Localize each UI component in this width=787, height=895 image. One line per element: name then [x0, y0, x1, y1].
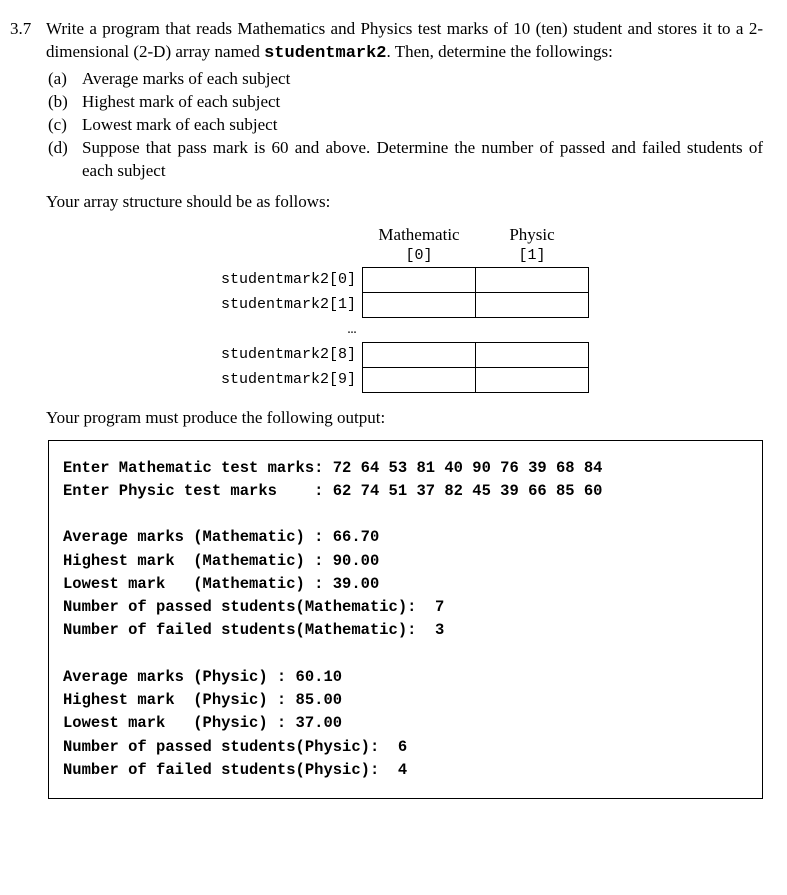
cell-8-1 — [476, 342, 589, 367]
cell-1-1 — [476, 292, 589, 317]
out-line2: Enter Physic test marks : 62 74 51 37 82… — [63, 482, 603, 500]
sub-c: (c) Lowest mark of each subject — [48, 114, 763, 137]
col0-idx: [0] — [369, 246, 470, 266]
out-line8: Average marks (Physic) : 60.10 — [63, 668, 342, 686]
gapcell-1 — [476, 317, 589, 342]
stem-code: studentmark2 — [264, 44, 386, 63]
sub-d: (d) Suppose that pass mark is 60 and abo… — [48, 137, 763, 183]
row1-label: studentmark2[1] — [220, 292, 363, 317]
col0-name: Mathematic — [369, 224, 470, 247]
sub-list: (a) Average marks of each subject (b) Hi… — [48, 68, 763, 183]
row8-label: studentmark2[8] — [220, 342, 363, 367]
cell-1-0 — [363, 292, 476, 317]
sub-d-text: Suppose that pass mark is 60 and above. … — [82, 137, 763, 183]
out-line7: Number of failed students(Mathematic): 3 — [63, 621, 444, 639]
sub-c-text: Lowest mark of each subject — [82, 114, 277, 137]
sub-d-label: (d) — [48, 137, 82, 160]
problem-block: 3.7 Write a program that reads Mathemati… — [10, 18, 763, 799]
array-intro: Your array structure should be as follow… — [46, 191, 763, 214]
output-intro: Your program must produce the following … — [46, 407, 763, 430]
col0-header: Mathematic [0] — [363, 224, 476, 268]
sub-b-label: (b) — [48, 91, 82, 114]
output-box: Enter Mathematic test marks: 72 64 53 81… — [48, 440, 763, 800]
row9-label: studentmark2[9] — [220, 367, 363, 392]
out-line6: Number of passed students(Mathematic): 7 — [63, 598, 444, 616]
sub-a-text: Average marks of each subject — [82, 68, 290, 91]
sub-a-label: (a) — [48, 68, 82, 91]
row-gap-label: … — [220, 317, 363, 342]
sub-b: (b) Highest mark of each subject — [48, 91, 763, 114]
out-line1: Enter Mathematic test marks: 72 64 53 81… — [63, 459, 603, 477]
array-diagram: Mathematic [0] Physic [1] studentmark2[0… — [46, 224, 763, 393]
col1-idx: [1] — [482, 246, 583, 266]
row0-label: studentmark2[0] — [220, 267, 363, 292]
sub-b-text: Highest mark of each subject — [82, 91, 280, 114]
col1-name: Physic — [482, 224, 583, 247]
stem-text-2: . Then, determine the followings: — [387, 42, 613, 61]
cell-0-1 — [476, 267, 589, 292]
sub-a: (a) Average marks of each subject — [48, 68, 763, 91]
out-line12: Number of failed students(Physic): 4 — [63, 761, 407, 779]
cell-9-1 — [476, 367, 589, 392]
gapcell-0 — [363, 317, 476, 342]
col1-header: Physic [1] — [476, 224, 589, 268]
out-line11: Number of passed students(Physic): 6 — [63, 738, 407, 756]
cell-8-0 — [363, 342, 476, 367]
array-table: Mathematic [0] Physic [1] studentmark2[0… — [220, 224, 589, 393]
problem-body: Write a program that reads Mathematics a… — [46, 18, 763, 799]
out-line3: Average marks (Mathematic) : 66.70 — [63, 528, 379, 546]
cell-9-0 — [363, 367, 476, 392]
sub-c-label: (c) — [48, 114, 82, 137]
problem-number: 3.7 — [10, 18, 46, 41]
out-line5: Lowest mark (Mathematic) : 39.00 — [63, 575, 379, 593]
out-line4: Highest mark (Mathematic) : 90.00 — [63, 552, 379, 570]
out-line10: Lowest mark (Physic) : 37.00 — [63, 714, 342, 732]
out-line9: Highest mark (Physic) : 85.00 — [63, 691, 342, 709]
cell-0-0 — [363, 267, 476, 292]
